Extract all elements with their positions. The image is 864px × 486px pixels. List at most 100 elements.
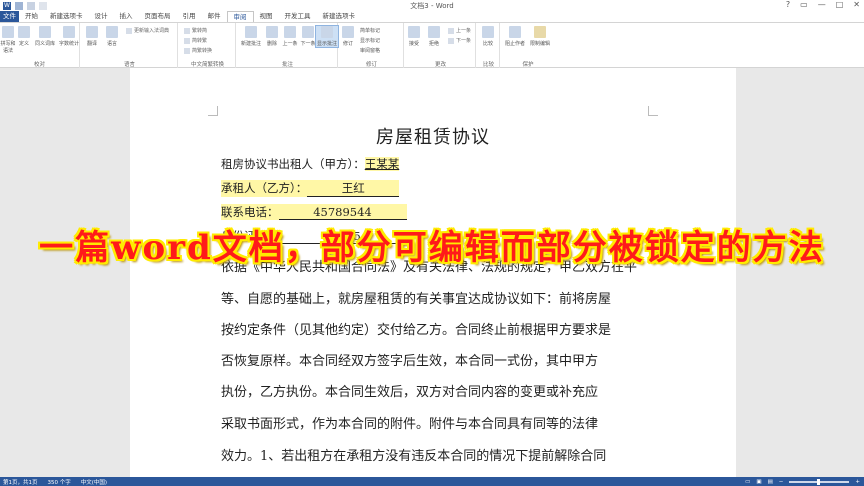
body-line: 否恢复原样。本合同经双方签字后生效，本合同一式份，其中甲方: [221, 354, 599, 369]
reviewing-pane-dropdown[interactable]: 审阅窗格: [360, 47, 380, 54]
spelling-button[interactable]: 拼写和语法: [0, 26, 16, 54]
reject-button[interactable]: 拒绝: [426, 26, 442, 47]
show-comments-button[interactable]: 显示批注: [315, 25, 339, 48]
language-icon: [106, 26, 118, 38]
maximize-button[interactable]: □: [836, 0, 844, 9]
tab-review[interactable]: 审阅: [226, 11, 254, 22]
web-layout-icon[interactable]: ▤: [768, 479, 773, 485]
help-icon[interactable]: ?: [786, 0, 790, 9]
translate-button[interactable]: 翻译: [84, 26, 100, 47]
zoom-slider[interactable]: [789, 478, 850, 485]
tab-file[interactable]: 文件: [0, 11, 19, 22]
document-title: 房屋租赁协议: [376, 127, 490, 148]
next-icon: [302, 26, 314, 38]
ribbon-display-icon[interactable]: ▭: [800, 0, 808, 9]
tab-design[interactable]: 设计: [89, 11, 114, 22]
zoom-in-icon[interactable]: +: [855, 479, 860, 485]
language-indicator[interactable]: 中文(中国): [81, 478, 107, 486]
zoom-out-icon[interactable]: −: [779, 479, 784, 485]
tab-home[interactable]: 开始: [19, 11, 44, 22]
phone-line[interactable]: 联系电话： 45789544: [221, 204, 407, 220]
tab-references[interactable]: 引用: [177, 11, 202, 22]
group-language: 翻译 语言 更新输入法词典 语言: [82, 23, 178, 69]
view-controls: ▭ ▣ ▤ − +: [745, 478, 864, 485]
lessee-line[interactable]: 承租人（乙方）： 王红: [221, 180, 400, 197]
ribbon-tabs: 文件 开始 新建选项卡 设计 插入 页面布局 引用 邮件 审阅 视图 开发工具 …: [0, 11, 864, 22]
restrict-editing-button[interactable]: 限制编辑: [528, 26, 552, 47]
tab-view[interactable]: 视图: [254, 11, 279, 22]
define-button[interactable]: 定义: [16, 26, 32, 47]
group-proofing: 拼写和语法 定义 同义词库 字数统计 校对: [0, 23, 80, 69]
body-line: 等、自愿的基础上，就房屋租赁的有关事宜达成协议如下：前将房屋: [221, 292, 612, 307]
close-button[interactable]: ✕: [853, 0, 860, 9]
previous-change-icon: [448, 27, 454, 34]
read-mode-icon[interactable]: ▭: [745, 479, 750, 485]
tab-developer[interactable]: 开发工具: [279, 11, 317, 22]
convert-icon: [184, 47, 190, 54]
previous-icon: [284, 26, 296, 38]
show-comments-icon: [321, 26, 333, 38]
delete-comment-button[interactable]: 删除: [264, 26, 280, 47]
tab-new-1[interactable]: 新建选项卡: [44, 11, 89, 22]
body-line: 采取书面形式，作为本合同的附件。附件与本合同具有同等的法律: [221, 417, 599, 432]
convert-icon: [184, 27, 190, 34]
word-count[interactable]: 350 个字: [48, 478, 71, 486]
block-authors-button[interactable]: 阻止作者: [504, 26, 526, 47]
status-bar: 第1页，共1页 350 个字 中文(中国) ▭ ▣ ▤ − +: [0, 477, 864, 486]
lock-icon: [534, 26, 546, 38]
window-controls: ? ▭ — □ ✕: [786, 0, 860, 9]
body-line: 按约定条件（见其他约定）交付给乙方。合同终止前根据甲方要求是: [221, 323, 612, 338]
word-count-button[interactable]: 字数统计: [58, 26, 80, 47]
new-comment-icon: [245, 26, 257, 38]
language-button[interactable]: 语言: [104, 26, 120, 47]
title-bar: W 文档3 - Word ? ▭ — □ ✕: [0, 0, 864, 11]
page-count[interactable]: 第1页，共1页: [3, 478, 38, 486]
thesaurus-button[interactable]: 同义词库: [34, 26, 56, 47]
trad-to-simp[interactable]: 繁转简: [184, 27, 207, 34]
next-comment-button[interactable]: 下一条: [300, 26, 316, 47]
chinese-conversion[interactable]: 简繁转换: [184, 47, 212, 54]
compare-icon: [482, 26, 494, 38]
body-line: 效力。1、若出租方在承租方没有违反本合同的情况下提前解除合同: [221, 449, 607, 464]
track-changes-button[interactable]: 修订: [340, 26, 356, 47]
delete-comment-icon: [266, 26, 278, 38]
tab-new-2[interactable]: 新建选项卡: [317, 11, 362, 22]
group-tracking: 修订 简单标记 显示标记 审阅窗格 修订: [340, 23, 404, 69]
show-markup-dropdown[interactable]: 显示标记: [360, 37, 380, 44]
phone-field[interactable]: 45789544: [278, 205, 407, 220]
lessor-name[interactable]: 王某某: [364, 157, 400, 171]
accept-icon: [408, 26, 420, 38]
convert-icon: [184, 37, 190, 44]
body-line: 执份，乙方执份。本合同生效后，双方对合同内容的变更或补充应: [221, 385, 599, 400]
group-protect: 阻止作者 限制编辑 保护: [502, 23, 554, 69]
accept-button[interactable]: 接受: [406, 26, 422, 47]
margin-marker: [648, 106, 658, 116]
margin-marker: [208, 106, 218, 116]
markup-display-dropdown[interactable]: 简单标记: [360, 27, 380, 34]
track-changes-icon: [342, 26, 354, 38]
lessor-line: 租房协议书出租人（甲方）：王某某: [221, 157, 400, 171]
word-count-icon: [63, 26, 75, 38]
document-page[interactable]: 房屋租赁协议 租房协议书出租人（甲方）：王某某 承租人（乙方）： 王红 联系电话：…: [130, 68, 736, 477]
next-change-icon: [448, 37, 454, 44]
previous-change-button[interactable]: 上一条: [448, 27, 471, 34]
tab-insert[interactable]: 插入: [114, 11, 139, 22]
next-change-button[interactable]: 下一条: [448, 37, 471, 44]
lessee-name-field[interactable]: 王红: [307, 180, 400, 197]
new-comment-button[interactable]: 新建批注: [240, 26, 262, 47]
translate-icon: [86, 26, 98, 38]
spelling-icon: [2, 26, 14, 38]
print-layout-icon[interactable]: ▣: [756, 479, 761, 485]
previous-comment-button[interactable]: 上一条: [282, 26, 298, 47]
window-title: 文档3 - Word: [410, 2, 454, 10]
reject-icon: [428, 26, 440, 38]
compare-button[interactable]: 比较: [480, 26, 496, 47]
update-ime-dictionary[interactable]: 更新输入法词典: [126, 27, 169, 34]
document-area: 房屋租赁协议 租房协议书出租人（甲方）：王某某 承租人（乙方）： 王红 联系电话：…: [0, 68, 864, 477]
tab-mailings[interactable]: 邮件: [202, 11, 227, 22]
dictionary-icon: [126, 27, 132, 34]
tab-layout[interactable]: 页面布局: [139, 11, 177, 22]
minimize-button[interactable]: —: [818, 0, 826, 9]
group-compare: 比较 比较: [478, 23, 500, 69]
simp-to-trad[interactable]: 简转繁: [184, 37, 207, 44]
